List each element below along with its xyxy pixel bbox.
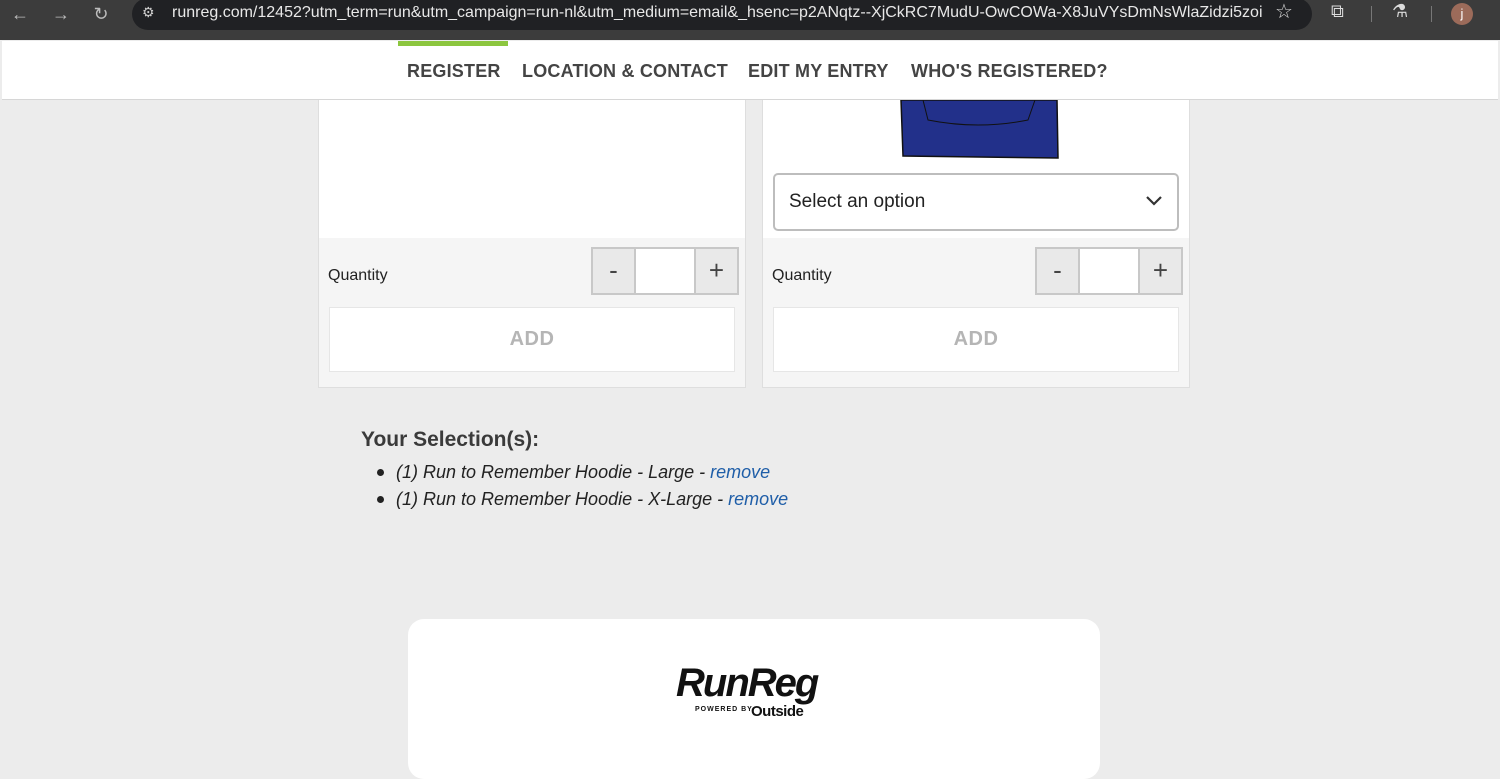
- address-bar[interactable]: ⚙ runreg.com/12452?utm_term=run&utm_camp…: [132, 0, 1312, 30]
- list-item: (1) Run to Remember Hoodie - X-Large - r…: [377, 487, 788, 514]
- decrement-button[interactable]: -: [593, 249, 636, 293]
- chevron-down-icon: [1146, 196, 1162, 206]
- increment-button[interactable]: +: [694, 249, 737, 293]
- quantity-stepper: - +: [591, 247, 739, 295]
- product-card: Quantity - + ADD: [318, 100, 746, 388]
- profile-avatar[interactable]: j: [1451, 3, 1473, 25]
- reload-icon[interactable]: ↻: [90, 3, 112, 25]
- footer-card: RunReg POWERED BY Outside: [408, 619, 1100, 779]
- toolbar-divider: [1431, 6, 1432, 22]
- selections-heading: Your Selection(s):: [361, 428, 540, 451]
- quantity-stepper: - +: [1035, 247, 1183, 295]
- nav-edit-my-entry[interactable]: EDIT MY ENTRY: [748, 61, 889, 82]
- nav-register[interactable]: REGISTER: [407, 61, 501, 82]
- add-button[interactable]: ADD: [773, 307, 1179, 372]
- hoodie-image: [900, 99, 1059, 159]
- quantity-label: Quantity: [328, 267, 388, 284]
- increment-button[interactable]: +: [1138, 249, 1181, 293]
- product-card: Select an option Quantity - + ADD: [762, 99, 1190, 388]
- runreg-logo[interactable]: RunReg: [676, 661, 819, 706]
- remove-link[interactable]: remove: [710, 462, 770, 482]
- site-info-icon[interactable]: ⚙: [142, 4, 155, 21]
- size-select[interactable]: Select an option: [773, 173, 1179, 231]
- remove-link[interactable]: remove: [728, 489, 788, 509]
- bullet: [377, 496, 384, 503]
- active-tab-indicator: [398, 41, 508, 46]
- powered-by-text: POWERED BY: [695, 706, 753, 713]
- extensions-icon[interactable]: ⧉: [1331, 1, 1344, 22]
- forward-icon[interactable]: →: [50, 3, 72, 25]
- labs-flask-icon[interactable]: ⚗: [1392, 1, 1408, 22]
- bullet: [377, 469, 384, 476]
- list-item: (1) Run to Remember Hoodie - Large - rem…: [377, 460, 788, 487]
- selection-text: (1) Run to Remember Hoodie - X-Large -: [396, 489, 729, 509]
- quantity-label: Quantity: [772, 267, 832, 284]
- nav-location-contact[interactable]: LOCATION & CONTACT: [522, 61, 728, 82]
- toolbar-divider: [1371, 6, 1372, 22]
- url-text[interactable]: runreg.com/12452?utm_term=run&utm_campai…: [172, 4, 1262, 22]
- bookmark-star-icon[interactable]: ☆: [1275, 0, 1293, 24]
- outside-logo: Outside: [751, 703, 804, 720]
- back-icon[interactable]: ←: [9, 3, 31, 25]
- quantity-input[interactable]: [1080, 249, 1138, 293]
- browser-toolbar: ← → ↻ ⚙ runreg.com/12452?utm_term=run&ut…: [0, 0, 1500, 40]
- quantity-input[interactable]: [636, 249, 694, 293]
- nav-whos-registered[interactable]: WHO'S REGISTERED?: [911, 61, 1108, 82]
- site-navigation: REGISTER LOCATION & CONTACT EDIT MY ENTR…: [2, 41, 1498, 100]
- product-image: [319, 100, 745, 238]
- decrement-button[interactable]: -: [1037, 249, 1080, 293]
- selection-text: (1) Run to Remember Hoodie - Large -: [396, 462, 711, 482]
- selections-list: (1) Run to Remember Hoodie - Large - rem…: [377, 460, 788, 514]
- add-button[interactable]: ADD: [329, 307, 735, 372]
- select-value: Select an option: [789, 191, 926, 212]
